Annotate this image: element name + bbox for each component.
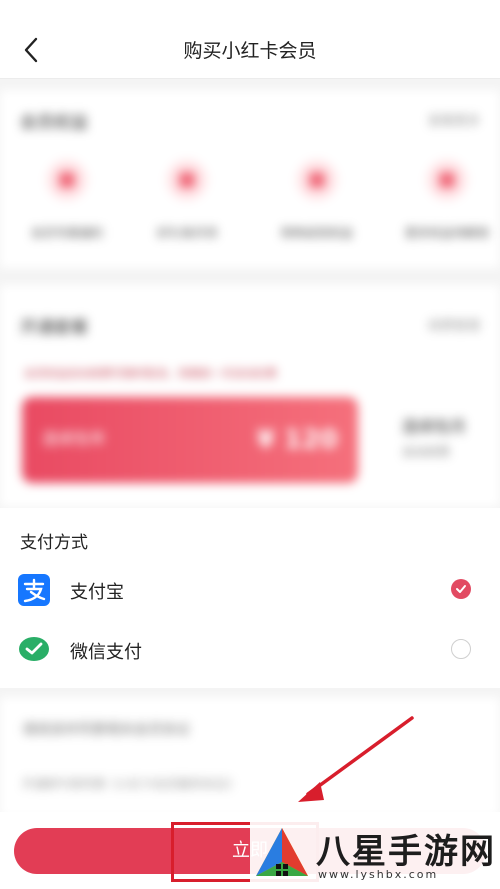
watermark: 八星手游网 www.lyshbx.com: [250, 820, 500, 889]
benefit-label: 更多权益待解锁: [404, 226, 489, 240]
plans-card: 开通套餐 续费管理 会员权益自动续费可随时取消，到期前一天自动扣费 连续包年 ¥…: [0, 285, 500, 507]
page-title: 购买小红卡会员: [183, 40, 317, 62]
benefit-item[interactable]: 好礼每月领: [132, 160, 242, 241]
benefit-item[interactable]: 更多权益待解锁: [392, 160, 500, 241]
checkmark-icon: [456, 585, 466, 593]
benefit-label: 会员专属福利: [30, 226, 103, 240]
benefit-item[interactable]: 购物返现权益: [262, 160, 372, 241]
plans-title: 开通套餐: [20, 318, 88, 338]
watermark-text: 八星手游网: [316, 832, 496, 872]
benefit-label: 购物返现权益: [280, 226, 353, 240]
radio-unchecked-icon[interactable]: [451, 639, 471, 659]
agreement-card: 请阅读并同意相关会员协议 开通即代表同意《小红卡会员服务协议》: [0, 697, 500, 817]
agreement-note[interactable]: 开通即代表同意《小红卡会员服务协议》: [22, 775, 238, 792]
benefits-title: 会员权益: [20, 113, 88, 133]
selected-plan-card[interactable]: 连续包年 ¥ 120: [22, 397, 358, 483]
alt-plan-title[interactable]: 连续包月: [402, 413, 466, 437]
payment-method-panel: 支付方式 支付宝 微信支付: [0, 508, 500, 688]
payment-option-wechat[interactable]: 微信支付: [0, 624, 500, 674]
plan-tag: 连续包年: [42, 429, 107, 448]
benefit-icon: [167, 160, 207, 200]
benefit-label: 好礼每月领: [156, 226, 217, 240]
payment-option-alipay[interactable]: 支付宝: [0, 564, 500, 614]
radio-checked-icon[interactable]: [451, 579, 471, 599]
renewal-notice: 会员权益自动续费可随时取消，到期前一天自动扣费: [24, 367, 277, 380]
payment-option-label: 微信支付: [70, 642, 142, 663]
alipay-icon: [18, 574, 50, 606]
nav-bar: 购买小红卡会员: [0, 0, 500, 79]
benefit-item[interactable]: 会员专属福利: [12, 160, 122, 241]
benefits-more-link[interactable]: 查看更多: [428, 110, 480, 129]
benefit-icon: [47, 160, 87, 200]
watermark-url: www.lyshbx.com: [318, 868, 439, 881]
wechat-pay-icon: [19, 637, 49, 661]
benefit-icon: [427, 160, 467, 200]
payment-method-title: 支付方式: [20, 533, 88, 553]
benefit-icon: [297, 160, 337, 200]
payment-option-label: 支付宝: [70, 582, 124, 603]
plan-price: ¥ 120: [256, 425, 338, 455]
plans-more-link[interactable]: 续费管理: [428, 315, 480, 334]
watermark-logo-icon: [256, 828, 308, 876]
member-benefits-card: 会员权益 查看更多 会员专属福利 好礼每月领 购物返现权益 更多权益待解锁: [0, 90, 500, 268]
agreement-title: 请阅读并同意相关会员协议: [22, 722, 190, 738]
alt-plan-subtitle: 自动续费: [402, 445, 451, 459]
